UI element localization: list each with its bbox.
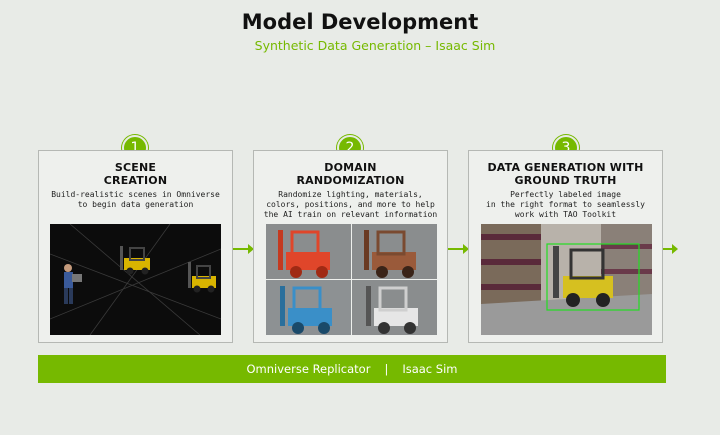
randomized-forklifts-icon [266, 224, 437, 335]
step-2-title-line1: DOMAIN [324, 161, 377, 174]
footer-separator: | [384, 362, 389, 376]
labeled-forklift-icon [481, 224, 652, 335]
step-1-title-line2: CREATION [103, 174, 168, 187]
tools-bar: Omniverse Replicator | Isaac Sim [38, 355, 666, 383]
step-3-title-line2: GROUND TRUTH [514, 174, 617, 187]
step-2-card: DOMAIN RANDOMIZATION Randomize lighting,… [253, 150, 448, 343]
step-2-title-line2: RANDOMIZATION [296, 174, 405, 187]
step-2-description: Randomize lighting, materials, colors, p… [260, 190, 441, 220]
step-2-desc-line: Randomize lighting, materials, [278, 190, 423, 199]
step-3-title-line1: DATA GENERATION WITH [487, 161, 644, 174]
page-subtitle: Synthetic Data Generation – Isaac Sim [254, 38, 496, 53]
step-2-title: DOMAIN RANDOMIZATION [254, 161, 447, 187]
step-3-desc-line: work with TAO Toolkit [514, 210, 617, 219]
step-3-description: Perfectly labeled image in the right for… [475, 190, 656, 220]
step-1-desc-line: to begin data generation [77, 200, 194, 209]
page-title: Model Development [241, 10, 479, 34]
step-1-title: SCENE CREATION [39, 161, 232, 187]
step-3-desc-line: Perfectly labeled image [510, 190, 621, 199]
step-1-title-line1: SCENE [114, 161, 157, 174]
step-1-desc-line: Build-realistic scenes in Omniverse [51, 190, 220, 199]
step-3-title: DATA GENERATION WITH GROUND TRUTH [469, 161, 662, 187]
step-2-desc-line: the AI train on relevant information [263, 210, 438, 219]
omniverse-replicator-label: Omniverse Replicator [246, 362, 371, 376]
flow-arrow-2 [448, 244, 469, 254]
step-1-description: Build-realistic scenes in Omniverse to b… [45, 190, 226, 210]
flow-arrow-1 [233, 244, 254, 254]
flow-arrow-3 [663, 244, 678, 254]
warehouse-scene-icon [50, 224, 221, 335]
step-2-desc-line: colors, positions, and more to help [266, 200, 435, 209]
isaac-sim-label: Isaac Sim [402, 362, 458, 376]
step-3-desc-line: in the right format to seamlessly [486, 200, 645, 209]
step-1-card: SCENE CREATION Build-realistic scenes in… [38, 150, 233, 343]
step-3-card: DATA GENERATION WITH GROUND TRUTH Perfec… [468, 150, 663, 343]
